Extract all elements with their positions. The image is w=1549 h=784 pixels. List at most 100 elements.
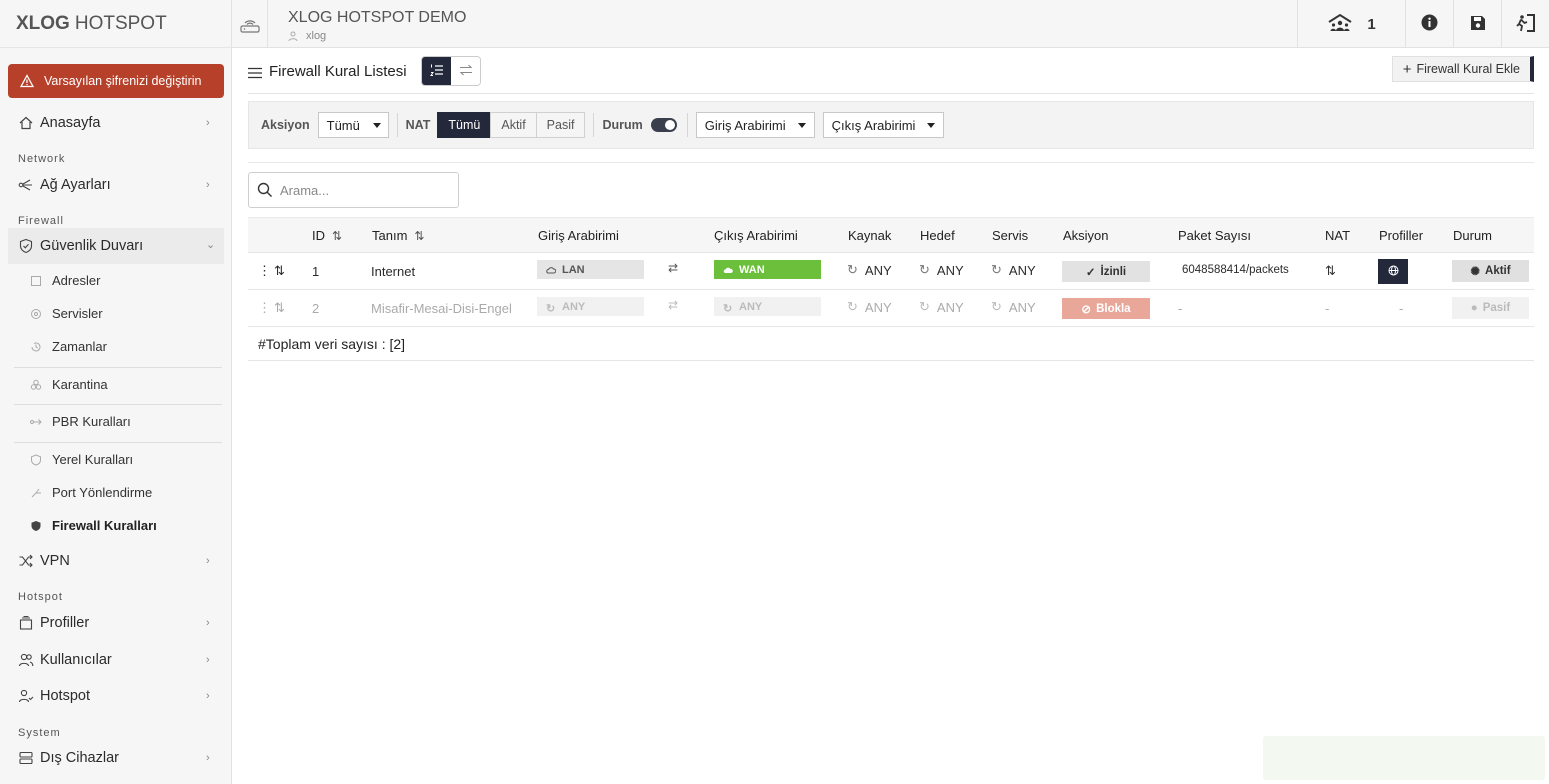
search-box[interactable] — [248, 172, 459, 208]
ban-icon: ⊘ — [1081, 303, 1092, 316]
plus-icon: + — [1402, 60, 1412, 78]
list-view-button[interactable] — [422, 57, 451, 85]
user-check-icon — [18, 688, 34, 704]
status-badge[interactable]: ✺ Aktif — [1452, 260, 1529, 282]
in-interface-select[interactable]: Giriş Arabirimi — [695, 112, 815, 138]
server-icon — [18, 750, 34, 766]
subitem-label: PBR Kuralları — [52, 414, 131, 429]
layers-icon — [18, 615, 34, 631]
action-label: İzinli — [1100, 265, 1127, 278]
table-footer: #Toplam veri sayısı : [2] — [248, 327, 1534, 361]
destination-value: ANY — [936, 262, 964, 278]
status-toggle[interactable] — [650, 118, 677, 132]
sidebar-subitem-quarantine[interactable]: Karantina — [14, 368, 222, 401]
refresh-icon: ↻ — [546, 302, 556, 315]
brand-logo[interactable]: XLOG HOTSPOT — [0, 0, 231, 48]
out-interface-select[interactable]: Çıkış Arabirimi — [822, 112, 945, 138]
cloud-icon — [546, 265, 556, 275]
firewall-rules-table: ID ⇅ Tanım ⇅ Giriş Arabirimi Çıkış Arabiri… — [248, 217, 1534, 361]
column-header-source: Kaynak — [848, 228, 892, 243]
history-icon — [30, 341, 42, 353]
column-header-name[interactable]: Tanım ⇅ — [372, 228, 424, 243]
status-badge[interactable]: ● Pasif — [1452, 297, 1529, 319]
sidebar-subitem-pbr-rules[interactable]: PBR Kuralları — [14, 405, 222, 438]
source-value: ANY — [864, 299, 892, 315]
nat-value: - — [1325, 301, 1330, 316]
search-icon — [257, 182, 273, 198]
nat-filter-label: NAT — [405, 118, 431, 132]
subitem-label: Firewall Kuralları — [52, 518, 157, 533]
sidebar-subitem-schedules[interactable]: Zamanlar — [14, 330, 222, 363]
refresh-icon: ↻ — [847, 299, 858, 314]
sidebar-subitem-addresses[interactable]: Adresler — [14, 264, 222, 297]
shield-filled-icon — [30, 520, 42, 532]
chevron-right-icon: › — [206, 617, 210, 629]
add-firewall-rule-button[interactable]: + Firewall Kural Ekle — [1391, 56, 1534, 82]
refresh-icon: ↻ — [919, 262, 930, 277]
caret-down-icon — [927, 122, 936, 128]
nat-filter-active[interactable]: Aktif — [490, 112, 537, 138]
chevron-right-icon: › — [206, 752, 210, 764]
add-button-label: Firewall Kural Ekle — [1416, 62, 1520, 76]
logout-icon — [1515, 13, 1536, 35]
drag-handle-icon[interactable]: ⋮ ⇅ — [258, 263, 285, 279]
port-forward-icon — [30, 487, 42, 499]
profile-value: - — [1399, 301, 1404, 316]
globe-icon — [1388, 265, 1399, 279]
column-header-id[interactable]: ID ⇅ — [312, 228, 342, 243]
user-icon — [288, 30, 300, 42]
sidebar: XLOG HOTSPOT Varsayılan şifrenizi değişti… — [0, 0, 232, 784]
online-users-button[interactable]: 1 — [1297, 0, 1405, 48]
sidebar-item-profiles[interactable]: Profiller › — [8, 605, 224, 641]
sidebar-item-vpn[interactable]: VPN › — [8, 543, 224, 579]
services-icon — [30, 308, 42, 320]
sidebar-item-label: VPN — [40, 553, 70, 569]
sidebar-subitem-local-rules[interactable]: Yerel Kuralları — [14, 443, 222, 476]
logout-button[interactable] — [1501, 0, 1549, 48]
nat-filter-segment: Tümü Aktif Pasif — [437, 112, 586, 138]
service-cell: ↻ ANY — [991, 262, 1036, 278]
cloud-filled-icon — [723, 265, 733, 275]
list-ordered-icon — [429, 63, 444, 80]
page-header: Firewall Kural Listesi + Firewall Kural … — [248, 56, 1534, 94]
sidebar-item-home[interactable]: Anasayfa › — [8, 105, 224, 141]
column-label: Tanım — [372, 228, 408, 243]
service-value: ANY — [1008, 262, 1036, 278]
sidebar-item-external-devices[interactable]: Dış Cihazlar › — [8, 740, 224, 776]
rule-id: 2 — [312, 301, 320, 316]
search-input[interactable] — [280, 182, 450, 198]
transfer-view-button[interactable] — [451, 57, 480, 85]
section-hotspot: Hotspot — [18, 591, 63, 603]
reorder-icon: ⇅ — [274, 263, 285, 278]
sidebar-item-label: Ağ Ayarları — [40, 177, 111, 193]
sidebar-item-users[interactable]: Kullanıcılar › — [8, 642, 224, 678]
chevron-right-icon: › — [206, 555, 210, 567]
sidebar-item-firewall[interactable]: Güvenlik Duvarı ⌄ — [8, 228, 224, 264]
source-cell: ↻ ANY — [847, 262, 892, 278]
nat-filter-all[interactable]: Tümü — [437, 112, 492, 138]
router-icon[interactable] — [232, 0, 268, 48]
action-filter-select[interactable]: Tümü — [317, 112, 389, 138]
route-icon — [30, 416, 42, 428]
action-label: Blokla — [1096, 302, 1131, 315]
nat-filter-passive[interactable]: Pasif — [535, 112, 586, 138]
status-label: Pasif — [1482, 302, 1511, 314]
save-button[interactable] — [1453, 0, 1501, 48]
table-row[interactable]: ⋮ ⇅ 2 Misafir-Mesai-Disi-Engel ↻ ANY ⇄ ↻ … — [248, 290, 1534, 327]
sidebar-item-hotspot[interactable]: Hotspot › — [8, 678, 224, 714]
destination-value: ANY — [936, 299, 964, 315]
section-system: System — [18, 727, 61, 739]
sidebar-item-network-settings[interactable]: Ağ Ayarları › — [8, 167, 224, 203]
topbar-actions: 1 — [1297, 0, 1549, 48]
sidebar-subitem-port-forwarding[interactable]: Port Yönlendirme — [14, 476, 222, 509]
profile-button[interactable] — [1378, 259, 1408, 284]
info-button[interactable] — [1405, 0, 1453, 48]
chevron-right-icon: › — [206, 179, 210, 191]
sidebar-subitem-firewall-rules[interactable]: Firewall Kuralları — [14, 509, 222, 542]
sidebar-item-label: Hotspot — [40, 688, 90, 704]
drag-handle-icon[interactable]: ⋮ ⇅ — [258, 300, 285, 316]
table-row[interactable]: ⋮ ⇅ 1 Internet LAN ⇄ WAN ↻ ANY ↻ ANY ↻ ANY ✓… — [248, 253, 1534, 290]
sidebar-subitem-services[interactable]: Servisler — [14, 297, 222, 330]
list-menu-icon[interactable] — [248, 66, 262, 80]
change-password-button[interactable]: Varsayılan şifrenizi değiştirin — [8, 64, 224, 98]
